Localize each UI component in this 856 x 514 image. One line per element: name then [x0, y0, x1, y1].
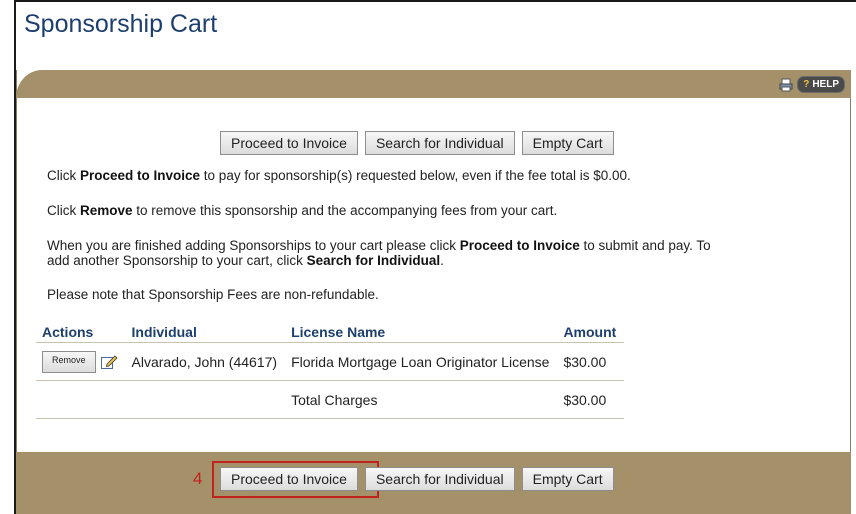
instruction-proceed: Click Proceed to Invoice to pay for spon…: [47, 168, 631, 183]
page-title: Sponsorship Cart: [24, 10, 218, 38]
non-refundable-note: Please note that Sponsorship Fees are no…: [47, 287, 379, 302]
empty-cart-button-top[interactable]: Empty Cart: [521, 131, 614, 155]
column-header-amount: Amount: [557, 320, 625, 343]
print-icon[interactable]: [779, 78, 793, 92]
search-for-individual-button-top[interactable]: Search for Individual: [364, 131, 515, 155]
total-amount: $30.00: [557, 380, 625, 419]
remove-button[interactable]: Remove: [42, 350, 96, 373]
proceed-to-invoice-button-bottom[interactable]: Proceed to Invoice: [220, 467, 358, 491]
instruction-remove: Click Remove to remove this sponsorship …: [47, 203, 558, 218]
individual-cell: Alvarado, John (44617): [125, 342, 286, 381]
license-name-cell: Florida Mortgage Loan Originator License: [285, 342, 558, 381]
column-header-actions: Actions: [36, 320, 126, 343]
help-area: ? HELP: [779, 76, 845, 93]
amount-cell: $30.00: [557, 342, 625, 381]
total-label: Total Charges: [285, 380, 558, 419]
total-row: Total Charges $30.00: [36, 380, 625, 419]
help-button[interactable]: ? HELP: [797, 76, 845, 93]
column-header-individual: Individual: [125, 320, 286, 343]
table-header-row: Actions Individual License Name Amount: [36, 320, 625, 343]
proceed-emphasis: Proceed to Invoice: [80, 168, 201, 183]
remove-emphasis: Remove: [80, 203, 133, 218]
table-row: Remove Alvarado, John (44617) Florida Mo…: [36, 342, 625, 381]
proceed-to-invoice-button-top[interactable]: Proceed to Invoice: [220, 131, 358, 155]
help-label: HELP: [812, 79, 839, 90]
actions-cell: Remove: [36, 342, 126, 381]
top-action-bar: Proceed to Invoice Search for Individual…: [220, 131, 614, 155]
column-header-license-name: License Name: [285, 320, 558, 343]
help-question-icon: ?: [803, 79, 810, 90]
empty-cart-button-bottom[interactable]: Empty Cart: [521, 467, 614, 491]
panel-header: ? HELP: [16, 70, 851, 98]
cart-table: Actions Individual License Name Amount R…: [36, 320, 625, 419]
search-for-individual-button-bottom[interactable]: Search for Individual: [364, 467, 515, 491]
step-number-annotation: 4: [193, 469, 203, 488]
edit-icon[interactable]: [100, 353, 118, 371]
frame-top-border: [14, 0, 856, 2]
bottom-action-bar: Proceed to Invoice Search for Individual…: [220, 467, 614, 491]
instruction-finished: When you are finished adding Sponsorship…: [47, 238, 711, 268]
